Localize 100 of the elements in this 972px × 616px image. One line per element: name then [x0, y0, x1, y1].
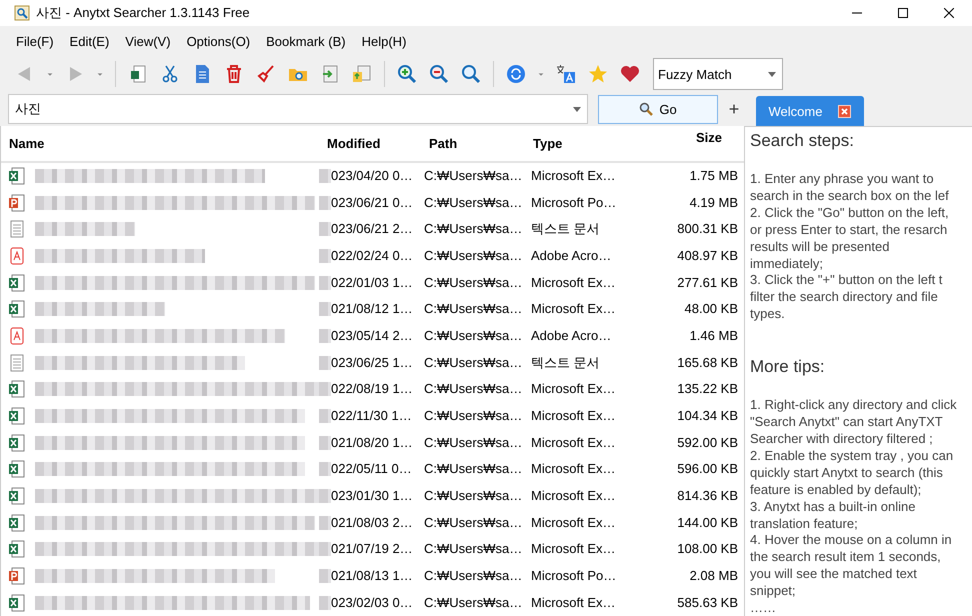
table-cell-text: Microsoft Ex…	[530, 301, 617, 318]
add-filter-button[interactable]: +	[718, 94, 750, 124]
table-cell-text: Microsoft Po…	[530, 194, 618, 211]
table-cell-text: 277.61 KB	[676, 274, 739, 291]
caret-icon	[573, 106, 581, 112]
table-cell-text: 48.00 KB	[684, 301, 739, 318]
table-cell-text: C:₩Users₩sa…	[423, 194, 524, 211]
spreadsheet-file-icon	[7, 406, 27, 426]
table-cell-text: C:₩Users₩sa…	[423, 221, 524, 238]
tip-text: 3. Anytxt has a built-in online	[750, 498, 916, 516]
table-cell-text: 4.19 MB	[688, 194, 739, 211]
menu-item[interactable]: Help(H)	[354, 34, 414, 48]
column-header[interactable]: Name	[1, 136, 319, 151]
table-cell-text: C:₩Users₩sa…	[423, 594, 524, 611]
table-cell: 023/01/30 1…	[331, 488, 413, 504]
table-cell-text: 108.00 KB	[676, 541, 739, 558]
table-cell: 023/06/21 2…	[331, 221, 413, 238]
column-header[interactable]: Size	[645, 126, 744, 145]
section-heading: More tips:	[750, 357, 826, 378]
blurred-digit	[319, 408, 331, 423]
table-cell-text: 1.75 MB	[688, 168, 739, 184]
spreadsheet-file-icon	[7, 486, 27, 506]
spreadsheet-file-icon	[7, 299, 27, 320]
presentation-file-icon	[7, 192, 27, 213]
menu-item[interactable]: Bookmark (B)	[258, 34, 354, 48]
maximize-icon[interactable]	[898, 8, 908, 18]
table-cell-text: C:₩Users₩sa…	[423, 328, 524, 344]
tip-text: quickly start Anytxt to search (this	[750, 464, 944, 482]
tip-text: or press Enter to start, the resarch	[750, 222, 948, 239]
table-cell-text: Microsoft Ex…	[530, 461, 617, 478]
welcome-tab[interactable]: Welcome	[756, 96, 864, 126]
caret-icon	[768, 72, 776, 76]
table-cell-text: C:₩Users₩sa…	[423, 461, 524, 478]
tip-text: "Search Anytxt" can start AnyTXT	[750, 414, 944, 431]
table-cell-text: C:₩Users₩sa…	[423, 408, 524, 424]
table-cell-text: 2.08 MB	[688, 568, 739, 584]
search-field[interactable]: 사진	[8, 94, 588, 124]
blurred-digit	[319, 328, 331, 343]
table-cell-text: 165.68 KB	[676, 354, 739, 371]
spreadsheet-file-icon	[7, 432, 27, 453]
tip-text: 2. Click the "Go" button on the left,	[750, 204, 950, 222]
table-cell-text: 814.36 KB	[676, 488, 739, 504]
blurred-digit	[319, 462, 331, 476]
blurred-digit	[319, 488, 331, 503]
column-header[interactable]: Modified	[319, 136, 421, 151]
table-cell-text: Microsoft Ex…	[530, 594, 617, 611]
menu-item[interactable]: View(V)	[117, 34, 179, 48]
table-cell: 022/08/19 1…	[331, 381, 413, 398]
table-cell-text: 135.22 KB	[676, 381, 739, 398]
window-title: 사진 - Anytxt Searcher 1.3.1143 Free	[36, 4, 251, 22]
table-cell-text: Microsoft Ex…	[530, 541, 617, 558]
tip-text: filter the search directory and file	[750, 289, 939, 306]
tip-text: 1. Right-click any directory and click	[750, 397, 958, 414]
table-cell-text: 텍스트 문서	[530, 221, 601, 238]
column-header[interactable]: Type	[525, 136, 645, 151]
spreadsheet-file-icon	[7, 379, 27, 400]
table-cell-text: Microsoft Ex…	[530, 408, 617, 424]
table-cell-text: 596.00 KB	[676, 461, 739, 478]
blurred-digit	[319, 248, 331, 263]
tip-text: translation feature;	[750, 516, 859, 532]
table-cell: 023/06/21 0…	[331, 194, 413, 211]
table-cell-text: Adobe Acro…	[530, 328, 612, 344]
blurred-digit	[319, 516, 331, 530]
blurred-digit	[319, 276, 331, 290]
table-cell-text: Adobe Acro…	[530, 248, 612, 264]
blurred-digit	[319, 302, 331, 316]
table-cell-text: Microsoft Ex…	[530, 381, 617, 398]
table-cell-text: C:₩Users₩sa…	[423, 434, 524, 451]
table-cell: 023/05/14 2…	[331, 328, 413, 344]
blurred-digit	[319, 568, 331, 583]
blurred-digit	[319, 196, 331, 210]
table-cell: 023/02/03 0…	[331, 594, 413, 611]
app-icon	[14, 5, 30, 21]
table-cell-text: 592.00 KB	[676, 434, 739, 451]
menu-item[interactable]: Options(O)	[178, 34, 258, 48]
tip-text: snippet;	[750, 583, 797, 600]
table-cell-text: C:₩Users₩sa…	[423, 514, 524, 531]
menu-item[interactable]: Edit(E)	[62, 34, 118, 48]
tip-text: Searcher with directory filtered ;	[750, 430, 934, 448]
menu-item[interactable]: File(F)	[8, 34, 62, 48]
table-cell: 021/07/19 2…	[331, 541, 413, 558]
table-cell-text: C:₩Users₩sa…	[423, 248, 524, 264]
spreadsheet-file-icon	[7, 539, 27, 560]
tip-text: 2. Enable the system tray , you can	[750, 448, 954, 465]
table-cell: 022/05/11 0…	[331, 461, 412, 478]
table-cell-text: C:₩Users₩sa…	[423, 354, 524, 371]
blurred-digit	[319, 596, 331, 610]
spreadsheet-file-icon	[7, 272, 27, 293]
go-button[interactable]: Go	[598, 94, 718, 124]
table-cell-text: C:₩Users₩sa…	[423, 168, 524, 184]
table-cell-text: Microsoft Ex…	[530, 514, 617, 531]
table-cell: 021/08/03 2…	[331, 514, 413, 531]
blurred-digit	[319, 222, 331, 236]
close-icon[interactable]	[944, 8, 954, 18]
tip-text: 1. Enter any phrase you want to	[750, 171, 935, 188]
table-cell-text: Microsoft Po…	[530, 568, 618, 584]
table-cell-text: C:₩Users₩sa…	[423, 541, 524, 558]
match-mode-dropdown[interactable]: Fuzzy Match	[653, 58, 783, 90]
tip-text: the search result item 1 seconds,	[750, 549, 942, 566]
column-header[interactable]: Path	[421, 136, 525, 151]
